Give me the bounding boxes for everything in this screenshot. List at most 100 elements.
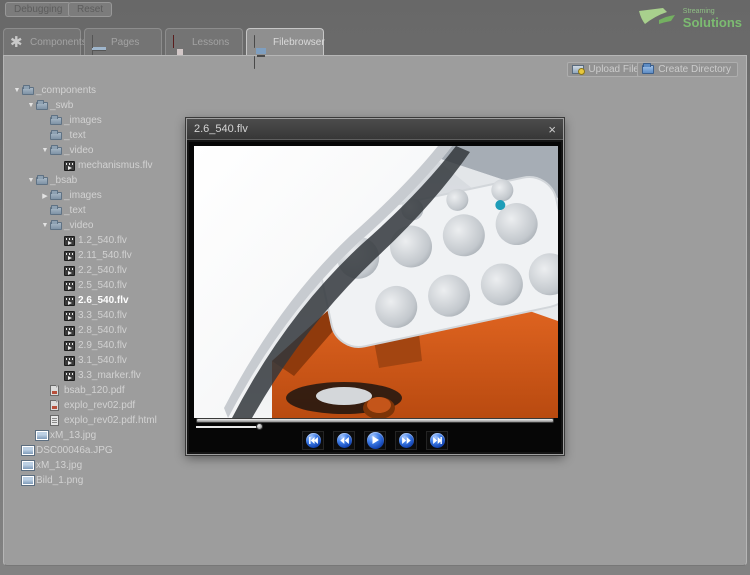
dialog-title: 2.6_540.flv [194, 123, 548, 135]
folder-file-icon [50, 192, 64, 200]
tree-item-label: xM_13.jpg [36, 460, 82, 471]
top-header: Debugging Reset Streaming Solutions [0, 0, 750, 27]
folder-file-icon [50, 117, 64, 125]
tree-item-label: 2.11_540.flv [78, 250, 132, 261]
create-directory-label: Create Directory [658, 64, 731, 75]
tree-item-label: xM_13.jpg [50, 430, 96, 441]
monitor-icon [254, 36, 268, 48]
fast-forward-button[interactable] [395, 431, 417, 450]
tree-item-label: 2.9_540.flv [78, 340, 127, 351]
tab-pages[interactable]: Pages [84, 28, 162, 55]
video-file-icon [64, 326, 78, 336]
player-controls [194, 417, 556, 450]
tree-item-label: bsab_120.pdf [64, 385, 125, 396]
skip-back-button[interactable] [302, 431, 324, 450]
tree-item-label: 3.1_540.flv [78, 355, 127, 366]
skip-forward-icon [430, 433, 445, 448]
folder-file-icon [50, 132, 64, 140]
tab-label: Components [30, 37, 87, 48]
close-icon[interactable]: × [548, 123, 556, 136]
seek-handle[interactable] [256, 423, 263, 430]
pdf-file-icon [50, 385, 64, 396]
tree-item-label: _images [64, 190, 102, 201]
tree-item-label: _swb [50, 100, 73, 111]
expand-arrow-icon[interactable]: ▼ [26, 177, 36, 184]
tree-item[interactable]: ▼ _components [12, 83, 242, 98]
seek-track[interactable] [196, 418, 554, 423]
new-folder-icon [642, 65, 654, 74]
video-file-icon [64, 371, 78, 381]
pdf-file-icon [50, 400, 64, 411]
rewind-icon [337, 433, 352, 448]
tab-components[interactable]: Components [3, 28, 81, 55]
expand-arrow-icon[interactable]: ▼ [40, 147, 50, 154]
play-icon [367, 432, 384, 449]
image-file-icon [22, 446, 36, 455]
rewind-button[interactable] [333, 431, 355, 450]
debugging-button[interactable]: Debugging [5, 2, 71, 17]
tree-item[interactable]: Bild_1.png [12, 473, 242, 488]
dialog-title-bar[interactable]: 2.6_540.flv × [187, 119, 563, 140]
tree-item-label: 2.8_540.flv [78, 325, 127, 336]
tree-item-label: explo_rev02.pdf [64, 400, 135, 411]
video-player [187, 140, 563, 454]
video-player-dialog: 2.6_540.flv × [186, 118, 564, 455]
expand-arrow-icon[interactable]: ▼ [40, 222, 50, 229]
video-file-icon [64, 311, 78, 321]
folder-file-icon [22, 87, 36, 95]
gear-icon [11, 36, 25, 48]
reset-button[interactable]: Reset [68, 2, 112, 17]
tree-item-label: Bild_1.png [36, 475, 83, 486]
tree-item-label: _images [64, 115, 102, 126]
video-file-icon [64, 236, 78, 246]
video-file-icon [64, 356, 78, 366]
collapse-arrow-icon[interactable]: ▶ [40, 192, 50, 200]
folder-file-icon [50, 147, 64, 155]
tree-item-label: explo_rev02.pdf.html [64, 415, 157, 426]
upload-file-button[interactable]: Upload File [567, 62, 646, 77]
create-directory-button[interactable]: Create Directory [637, 62, 738, 77]
tab-label: Filebrowser [273, 37, 325, 48]
logo-big-text: Solutions [683, 16, 742, 29]
tree-item-label: _bsab [50, 175, 77, 186]
folder-file-icon [50, 207, 64, 215]
seek-bar[interactable] [194, 417, 556, 429]
expand-arrow-icon[interactable]: ▼ [26, 102, 36, 109]
tree-item-label: _video [64, 220, 93, 231]
image-file-icon [22, 476, 36, 485]
fast-forward-icon [399, 433, 414, 448]
player-buttons [194, 430, 556, 450]
video-file-icon [64, 266, 78, 276]
folder-file-icon [50, 222, 64, 230]
video-file-icon [64, 281, 78, 291]
tree-item-label: _text [64, 130, 86, 141]
tab-lessons[interactable]: Lessons [165, 28, 243, 55]
video-file-icon [64, 296, 78, 306]
video-frame[interactable] [194, 146, 558, 418]
tree-item[interactable]: ▼ _swb [12, 98, 242, 113]
image-file-icon [36, 431, 50, 440]
folder-file-icon [36, 102, 50, 110]
seek-progress [196, 426, 259, 428]
expand-arrow-icon[interactable]: ▼ [12, 87, 22, 94]
tree-item-label: _text [64, 205, 86, 216]
tree-item-label: 1.2_540.flv [78, 235, 127, 246]
tree-item-label: _components [36, 85, 96, 96]
skip-forward-button[interactable] [426, 431, 448, 450]
tree-item[interactable]: xM_13.jpg [12, 458, 242, 473]
upload-file-icon [572, 65, 584, 74]
folder-file-icon [36, 177, 50, 185]
skip-back-icon [306, 433, 321, 448]
app-window: Debugging Reset Streaming Solutions Comp… [0, 0, 750, 575]
tree-item-label: 2.6_540.flv [78, 295, 129, 306]
brand-logo: Streaming Solutions [637, 6, 742, 30]
tab-filebrowser[interactable]: Filebrowser [246, 28, 324, 55]
page-icon [92, 36, 106, 48]
html-file-icon [50, 415, 64, 426]
video-file-icon [64, 341, 78, 351]
play-button[interactable] [364, 431, 386, 450]
tree-item-label: 3.3_marker.flv [78, 370, 141, 381]
logo-swoosh-icon [637, 6, 679, 30]
tree-item-label: mechanismus.flv [78, 160, 152, 171]
tree-item-label: _video [64, 145, 93, 156]
